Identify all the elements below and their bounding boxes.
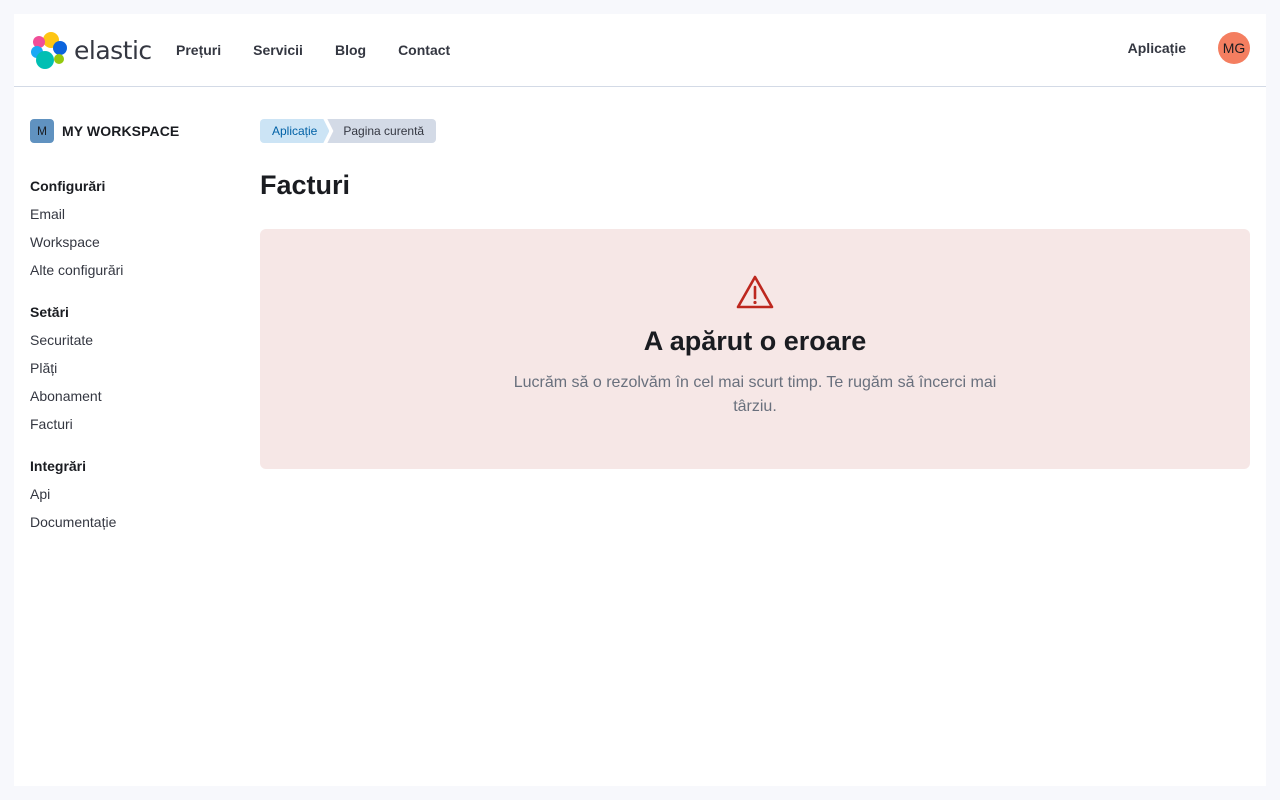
nav-item-preturi[interactable]: Prețuri xyxy=(176,40,221,60)
main-nav: Prețuri Servicii Blog Contact xyxy=(176,40,482,60)
sidebar-item-workspace[interactable]: Workspace xyxy=(30,232,230,252)
sidebar-group-title: Configurări xyxy=(30,178,106,194)
sidebar-item-documentatie[interactable]: Documentație xyxy=(30,512,230,532)
sidebar-item-email[interactable]: Email xyxy=(30,204,230,224)
sidebar-item-abonament[interactable]: Abonament xyxy=(30,386,230,406)
sidebar-item-api[interactable]: Api xyxy=(30,484,230,504)
elastic-logo-icon xyxy=(31,32,67,69)
app-link[interactable]: Aplicație xyxy=(1128,40,1186,56)
sidebar-group-integrari: Integrări Api Documentație xyxy=(30,456,230,532)
breadcrumb: Aplicație Pagina curentă xyxy=(260,119,1250,143)
sidebar-item-alte-configurari[interactable]: Alte configurări xyxy=(30,260,230,280)
main-content: Aplicație Pagina curentă Facturi A apăru… xyxy=(260,119,1250,469)
workspace-switcher[interactable]: M MY WORKSPACE xyxy=(30,119,230,143)
sidebar-group-title: Setări xyxy=(30,304,69,320)
page-title: Facturi xyxy=(260,170,351,200)
sidebar-item-facturi[interactable]: Facturi xyxy=(30,414,230,434)
error-message: Lucrăm să o rezolvăm în cel mai scurt ti… xyxy=(513,374,997,415)
brand-name: elastic xyxy=(74,35,152,65)
user-avatar[interactable]: MG xyxy=(1218,32,1250,64)
sidebar-group-setari: Setări Securitate Plăți Abonament Factur… xyxy=(30,302,230,434)
app-frame: elastic Prețuri Servicii Blog Contact Ap… xyxy=(14,14,1266,786)
sidebar-group-configurari: Configurări Email Workspace Alte configu… xyxy=(30,176,230,280)
header-actions: Aplicație MG xyxy=(1128,32,1250,64)
workspace-name: MY WORKSPACE xyxy=(62,123,180,139)
breadcrumb-item-aplicatie[interactable]: Aplicație xyxy=(260,119,329,143)
error-title: A apărut o eroare xyxy=(643,326,867,356)
sidebar-item-plati[interactable]: Plăți xyxy=(30,358,230,378)
nav-item-blog[interactable]: Blog xyxy=(335,40,366,60)
brand-logo[interactable]: elastic xyxy=(30,31,152,69)
sidebar: M MY WORKSPACE Configurări Email Workspa… xyxy=(30,119,230,554)
workspace-badge: M xyxy=(30,119,54,143)
sidebar-item-securitate[interactable]: Securitate xyxy=(30,330,230,350)
top-header: elastic Prețuri Servicii Blog Contact Ap… xyxy=(14,14,1266,87)
breadcrumb-item-current: Pagina curentă xyxy=(327,119,437,143)
nav-item-servicii[interactable]: Servicii xyxy=(253,40,303,60)
error-panel: A apărut o eroare Lucrăm să o rezolvăm î… xyxy=(260,229,1250,469)
sidebar-group-title: Integrări xyxy=(30,458,87,474)
warning-icon xyxy=(736,275,774,309)
nav-item-contact[interactable]: Contact xyxy=(398,40,450,60)
